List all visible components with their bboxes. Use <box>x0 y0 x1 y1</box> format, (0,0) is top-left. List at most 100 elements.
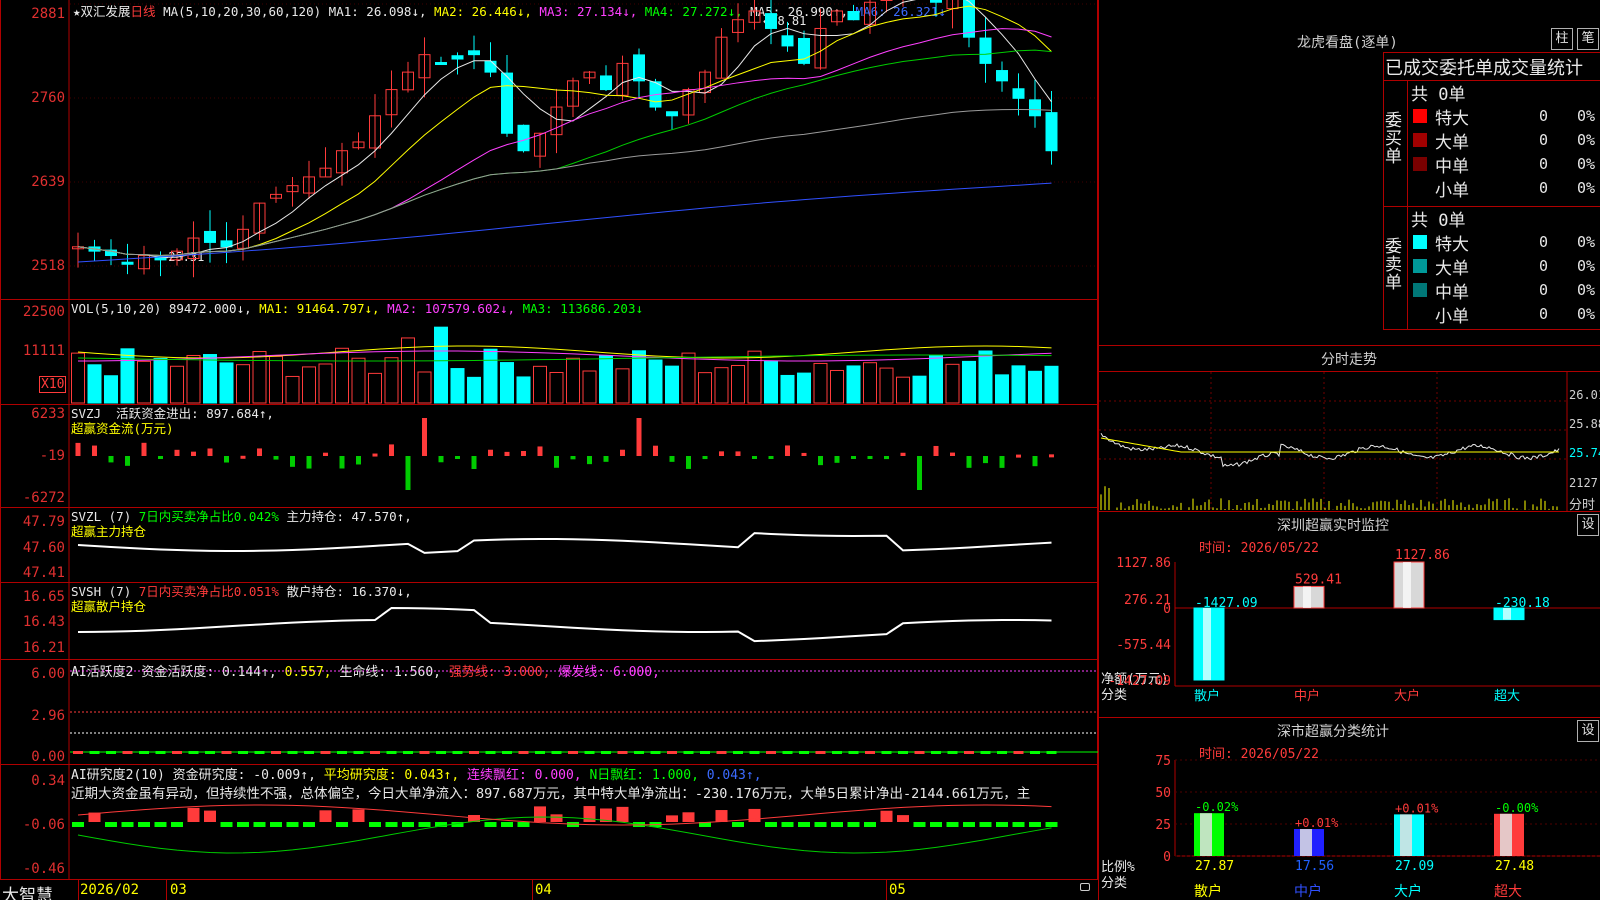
candle <box>781 35 794 47</box>
flow-bar <box>422 418 427 456</box>
ma-line <box>77 0 1052 258</box>
flow-bar <box>174 449 180 456</box>
research-bar <box>187 807 200 822</box>
research-bar <box>996 822 1008 827</box>
research-bar <box>1012 822 1025 827</box>
candle <box>204 230 216 243</box>
volume-bar <box>879 367 894 404</box>
left-chart-area[interactable]: ★双汇发展日线 MA(5,10,20,30,60,120) MA1: 26.09… <box>0 0 1098 900</box>
flow-bar <box>290 456 295 467</box>
active-bar <box>238 751 248 754</box>
active-bar <box>1013 751 1024 754</box>
classify-bar-shine <box>1500 813 1512 856</box>
research-bar <box>253 822 266 827</box>
volume-bar <box>500 362 514 404</box>
retail-hold-line <box>77 606 1052 643</box>
monitor-bar-shine <box>1403 562 1411 608</box>
ma-line <box>77 5 1052 257</box>
flow-bar <box>719 451 724 456</box>
volume-bar <box>170 365 184 404</box>
active-bar <box>832 751 842 754</box>
flow-bar <box>933 445 939 456</box>
monitor-bar-label: 529.41 <box>1295 572 1342 587</box>
volume-bar <box>830 369 844 404</box>
volume-bar <box>929 355 943 404</box>
research-bar <box>814 822 827 827</box>
research-bar <box>501 822 513 827</box>
active-bar <box>667 751 677 754</box>
monitor-tick: 1127.86 <box>1116 556 1171 571</box>
active-bar <box>601 751 611 754</box>
monitor-cat-label: 中户 <box>1294 688 1320 704</box>
flow-bar <box>587 456 592 465</box>
research-bar <box>105 822 117 827</box>
volume-bar <box>1011 365 1026 404</box>
flow-bar <box>554 456 559 468</box>
volume-bar <box>747 350 762 404</box>
active-bar <box>848 751 859 754</box>
flow-bar <box>372 453 378 457</box>
volume-bar <box>995 374 1009 404</box>
volume-bar <box>252 351 267 404</box>
volume-bar <box>137 360 151 404</box>
active-bar <box>188 751 199 754</box>
volume-bar <box>318 363 333 404</box>
flow-bar <box>1049 454 1054 458</box>
volume-bar <box>615 368 630 404</box>
flow-bar <box>966 456 972 468</box>
volume-bar <box>945 363 960 404</box>
flow-bar <box>240 455 246 459</box>
right-canvas: 1127.86276.210-575.44-1427.09-1427.09散户5… <box>1099 372 1600 900</box>
active-bar <box>205 751 215 754</box>
active-bar <box>73 751 83 754</box>
active-bar <box>304 751 314 754</box>
chart-canvas <box>68 0 1098 879</box>
classify-tick: 25 <box>1155 818 1171 833</box>
volume-bar <box>549 371 564 404</box>
active-bar <box>799 751 809 754</box>
flow-bar <box>141 442 147 456</box>
flow-bar <box>768 456 774 459</box>
research-bar <box>897 815 909 822</box>
active-bar <box>568 751 578 754</box>
volume-bar <box>566 357 580 404</box>
research-bar <box>418 822 431 827</box>
volume-bar <box>483 348 498 404</box>
flow-bar <box>867 456 873 459</box>
research-bar <box>880 810 893 822</box>
flow-bar <box>834 456 840 463</box>
research-bar <box>237 822 249 827</box>
volume-bar <box>698 372 712 404</box>
active-bar <box>122 751 133 754</box>
monitor-bar-label: -1427.09 <box>1195 596 1258 611</box>
ma-line <box>77 49 1052 257</box>
candle <box>666 111 678 117</box>
ma6-line <box>77 182 1052 263</box>
active-bar <box>782 751 793 754</box>
flow-bar <box>603 456 609 462</box>
right-panel[interactable]: 龙虎看盘(逐单) 柱 笔 已成交委托单成交量统计 委买单 委卖单 共 0单 特大… <box>1098 0 1600 900</box>
active-bar <box>749 751 760 754</box>
volume-bar <box>599 355 613 404</box>
research-bar <box>831 822 843 827</box>
active-bar <box>419 751 430 754</box>
research-bar <box>303 822 315 827</box>
flow-bar <box>620 449 625 456</box>
volume-bar <box>186 354 201 404</box>
research-bar <box>121 822 134 827</box>
volume-bar <box>681 352 696 404</box>
research-bar <box>204 810 216 822</box>
research-bar <box>286 822 299 827</box>
classify-ratio: 27.87 <box>1195 859 1234 874</box>
research-bar <box>154 822 167 827</box>
active-bar <box>1030 751 1040 754</box>
active-bar <box>584 751 595 754</box>
volume-bar <box>450 368 465 404</box>
research-bar <box>798 822 810 827</box>
flow-bar <box>306 456 312 469</box>
flow-bar <box>735 451 741 456</box>
volume-bar <box>896 376 910 404</box>
volume-bar <box>434 326 448 404</box>
active-bar <box>700 751 710 754</box>
active-bar <box>980 751 991 754</box>
